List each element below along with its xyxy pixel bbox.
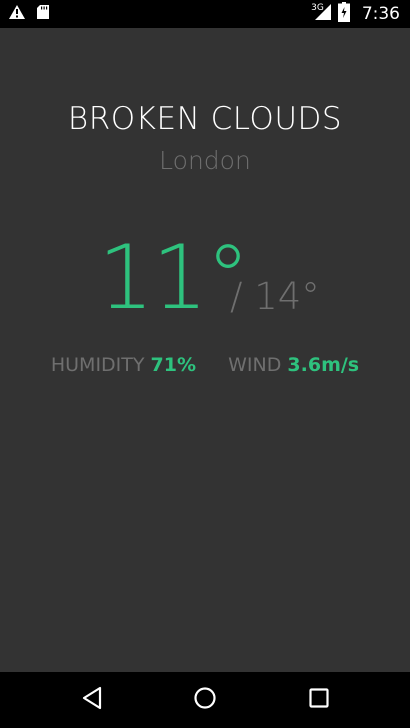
sd-card-icon: [36, 4, 50, 24]
wind-label: WIND: [228, 354, 282, 376]
city-name: London: [159, 146, 251, 175]
navigation-bar: [0, 672, 410, 728]
warning-icon: [8, 4, 26, 24]
wind-value: 3.6m/s: [287, 354, 360, 376]
temperature-row: 11° / 14°: [0, 228, 410, 328]
status-right: 3G 7:36: [311, 0, 400, 28]
weather-panel: BROKEN CLOUDS London 11° / 14° HUMIDITY …: [0, 28, 410, 672]
back-button[interactable]: [78, 686, 106, 714]
network-type: 3G: [311, 3, 324, 13]
status-left: [8, 4, 50, 24]
current-temperature: 11°: [98, 226, 250, 329]
recents-button[interactable]: [305, 686, 333, 714]
home-icon: [193, 686, 217, 714]
recents-icon: [308, 687, 330, 713]
weather-stats: HUMIDITY 71% WIND 3.6m/s: [0, 354, 410, 376]
status-bar: 3G 7:36: [0, 0, 410, 28]
humidity-value: 71%: [150, 354, 197, 376]
battery-icon: [337, 2, 350, 26]
weather-condition: BROKEN CLOUDS: [67, 101, 343, 137]
clock: 7:36: [361, 4, 400, 24]
high-temperature: / 14°: [230, 275, 320, 318]
back-icon: [81, 686, 103, 714]
humidity-label: HUMIDITY: [50, 354, 145, 376]
home-button[interactable]: [191, 686, 219, 714]
